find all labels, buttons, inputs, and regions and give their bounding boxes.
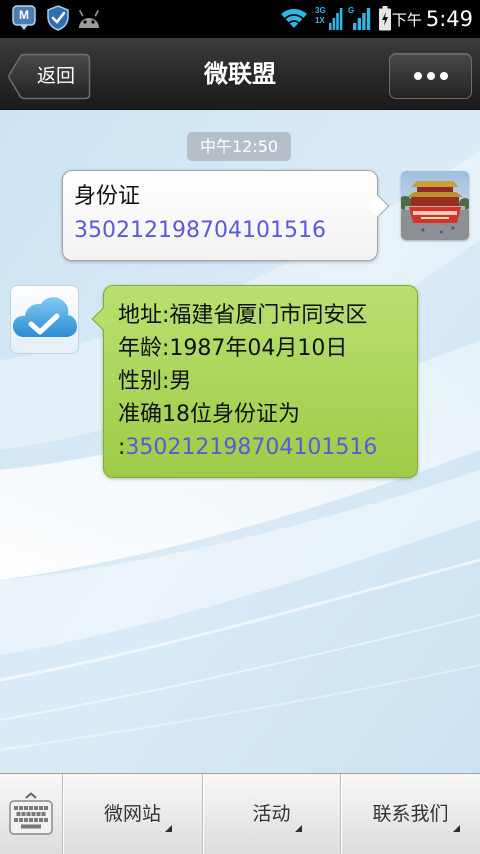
message-timestamp: 中午12:50 xyxy=(187,132,291,161)
sent-message-text: 身份证 xyxy=(74,184,141,209)
menu-item-label: 活动 xyxy=(252,803,291,825)
menu-item-contact-us[interactable]: 联系我们 xyxy=(341,774,480,854)
more-icon-dot xyxy=(439,72,448,80)
signal-icon xyxy=(329,7,343,34)
app-m-icon: M xyxy=(12,5,36,31)
menu-item-label: 联系我们 xyxy=(372,803,449,825)
wifi-icon xyxy=(280,7,308,33)
received-message-id-intro: 准确18位身份证为 xyxy=(118,402,300,427)
signal-1-network-label: 3G 1X xyxy=(315,6,326,26)
menu-item-activities-wrap: 活动 xyxy=(252,803,302,832)
back-button[interactable]: 返回 xyxy=(7,53,91,100)
received-message-number-link[interactable]: 350212198704101516 xyxy=(125,435,377,460)
status-bar: M 3G 1X G 下午 5:49 xyxy=(0,0,480,38)
menu-item-activities[interactable]: 活动 xyxy=(203,774,341,854)
clock-period: 下午 xyxy=(391,10,422,29)
app-m-icon-letter: M xyxy=(19,8,29,22)
network-type-3g: 3G xyxy=(315,6,326,15)
status-clock: 下午 5:49 xyxy=(392,0,473,38)
battery-charging-icon xyxy=(378,6,392,35)
menu-triangle-icon xyxy=(452,825,460,832)
more-icon-dot xyxy=(426,72,435,80)
received-message-address: 地址:福建省厦门市同安区 xyxy=(118,303,368,328)
keyboard-icon xyxy=(9,792,53,835)
chat-area[interactable]: 中午12:50 身份证 350212198704101516 地址:福建省厦门市… xyxy=(0,110,480,773)
signal-icon xyxy=(353,7,371,34)
menu-item-label: 微网站 xyxy=(103,803,161,825)
more-icon-dot xyxy=(413,72,422,80)
menu-triangle-icon xyxy=(165,825,172,832)
user-photo-avatar[interactable] xyxy=(401,171,469,240)
sent-message-number-link[interactable]: 350212198704101516 xyxy=(74,214,365,248)
received-message-age: 年龄:1987年04月10日 xyxy=(118,336,348,361)
menu-item-contact-us-wrap: 联系我们 xyxy=(372,803,460,832)
android-icon xyxy=(76,8,102,34)
bottom-menu-bar: 微网站 活动 联系我们 xyxy=(0,773,480,854)
page-title: 微联盟 xyxy=(204,60,276,88)
network-type-1x: 1X xyxy=(315,16,325,25)
keyboard-toggle-button[interactable] xyxy=(0,774,63,854)
menu-triangle-icon xyxy=(294,825,302,832)
back-button-label: 返回 xyxy=(36,65,75,87)
more-button[interactable] xyxy=(389,53,472,99)
sent-message-bubble[interactable]: 身份证 350212198704101516 xyxy=(62,170,390,261)
received-message-id-line: :350212198704101516 xyxy=(118,431,403,464)
shield-check-icon xyxy=(46,5,70,35)
received-message-bubble[interactable]: 地址:福建省厦门市同安区 年龄:1987年04月10日 性别:男 准确18位身份… xyxy=(91,285,418,478)
cloud-check-avatar[interactable] xyxy=(10,285,79,354)
title-bar: 返回 微联盟 xyxy=(0,38,480,110)
menu-item-micro-site[interactable]: 微网站 xyxy=(63,774,203,854)
received-message-gender: 性别:男 xyxy=(118,369,192,394)
menu-item-micro-site-wrap: 微网站 xyxy=(103,803,172,832)
clock-time: 5:49 xyxy=(425,7,473,31)
